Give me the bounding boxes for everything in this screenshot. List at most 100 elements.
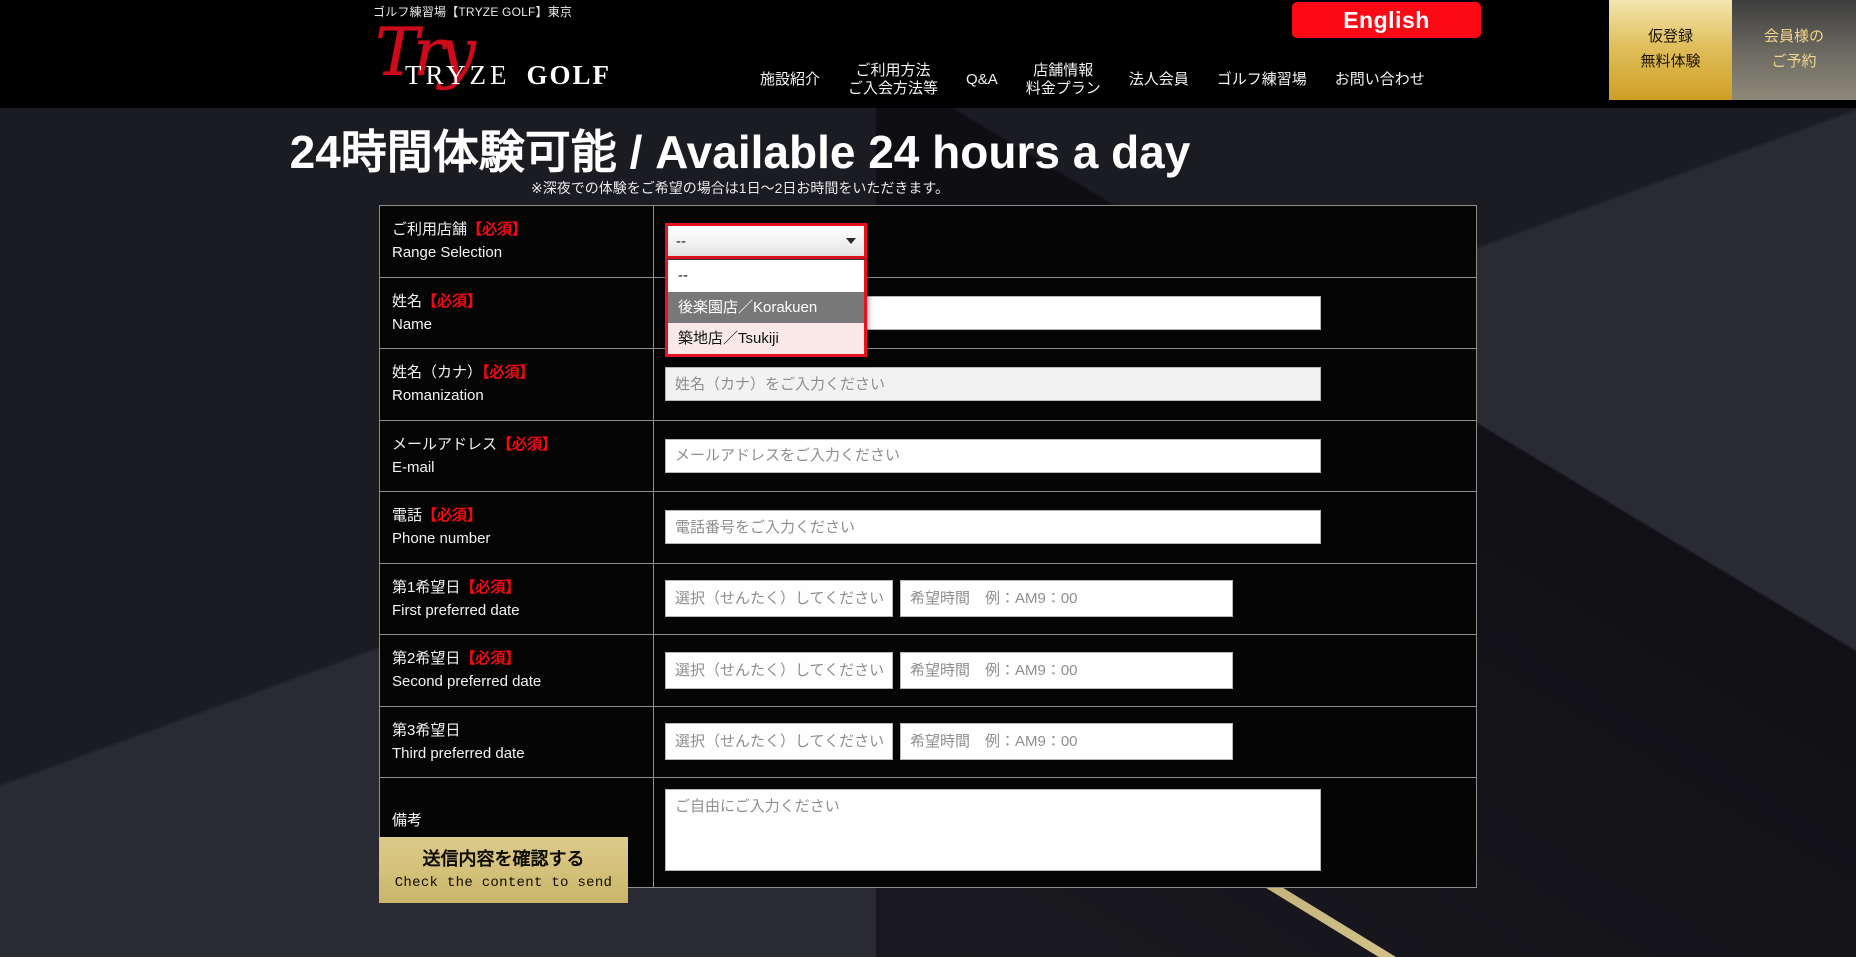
nav-item-line1: お問い合わせ xyxy=(1334,70,1425,88)
reserve-button-line2: ご予約 xyxy=(1771,53,1817,70)
label-ja-text: 姓名（カナ） xyxy=(392,364,483,381)
field-cell-date3 xyxy=(653,706,1477,778)
form-row-phone: 電話【必須】 Phone number xyxy=(379,491,1477,563)
field-cell-date1 xyxy=(653,563,1477,635)
label-ja-date3: 第3希望日 xyxy=(392,719,653,742)
nav-item-line1: ゴルフ練習場 xyxy=(1216,70,1307,88)
form-row-kana: 姓名（カナ）【必須】 Romanization xyxy=(379,348,1477,420)
trial-button-line1: 仮登録 xyxy=(1647,28,1693,46)
required-badge: 【必須】 xyxy=(482,364,535,381)
trial-application-form: ご利用店舗【必須】 Range Selection -- -- 後楽園店／Kor… xyxy=(379,205,1477,888)
label-cell-date2: 第2希望日【必須】 Second preferred date xyxy=(379,634,654,706)
label-en-name: Name xyxy=(392,315,433,333)
required-badge: 【必須】 xyxy=(422,507,483,524)
nav-item-line1: 施設紹介 xyxy=(760,70,821,88)
date1-field-group xyxy=(665,580,1476,618)
remarks-textarea[interactable] xyxy=(665,789,1321,871)
field-cell-remarks xyxy=(653,777,1477,888)
submit-label-en: Check the content to send xyxy=(394,875,613,891)
label-ja-date1: 第1希望日【必須】 xyxy=(392,576,653,599)
label-ja-text: 備考 xyxy=(392,812,423,830)
nav-item-line1: 店舗情報 xyxy=(1033,62,1094,79)
label-cell-date3: 第3希望日 Third preferred date xyxy=(379,706,654,778)
required-badge: 【必須】 xyxy=(460,578,521,596)
english-language-button[interactable]: English xyxy=(1292,2,1481,38)
free-trial-registration-button[interactable]: 仮登録 無料体験 xyxy=(1609,0,1732,100)
nav-item-line2: ご入会方法等 xyxy=(848,79,939,97)
form-row-third-preferred-date: 第3希望日 Third preferred date xyxy=(379,706,1477,778)
label-ja-kana: 姓名（カナ）【必須】 xyxy=(392,361,653,384)
label-ja-text: 姓名 xyxy=(392,292,423,310)
brand-logo[interactable]: Try TRYZE GOLF xyxy=(373,20,653,92)
form-row-first-preferred-date: 第1希望日【必須】 First preferred date xyxy=(379,563,1477,635)
label-ja-text: 第1希望日 xyxy=(392,578,461,596)
label-ja-text: 電話 xyxy=(392,507,423,524)
label-cell-name: 姓名【必須】 Name xyxy=(379,277,654,349)
label-en-kana: Romanization xyxy=(392,387,484,405)
label-cell-date1: 第1希望日【必須】 First preferred date xyxy=(379,563,654,635)
label-ja-email: メールアドレス【必須】 xyxy=(392,433,653,456)
page-title: 24時間体験可能 / Available 24 hours a day xyxy=(289,126,1191,178)
nav-item-corporate[interactable]: 法人会員 xyxy=(1129,71,1189,89)
nav-item-line2: 料金プラン xyxy=(1025,79,1101,97)
field-cell-phone xyxy=(653,491,1477,563)
third-preferred-time-input[interactable] xyxy=(900,723,1233,761)
form-row-range-selection: ご利用店舗【必須】 Range Selection -- -- 後楽園店／Kor… xyxy=(379,205,1477,357)
brand-wordmark-primary: TRYZE xyxy=(405,60,511,90)
label-ja-name: 姓名【必須】 xyxy=(392,290,653,313)
required-badge: 【必須】 xyxy=(467,221,528,238)
label-ja-text: ご利用店舗 xyxy=(392,221,468,238)
nav-item-line1: 法人会員 xyxy=(1128,70,1189,88)
label-cell-email: メールアドレス【必須】 E-mail xyxy=(379,420,654,492)
trial-button-line2: 無料体験 xyxy=(1640,53,1701,70)
range-option-placeholder-item[interactable]: -- xyxy=(668,260,864,292)
nav-item-store-info[interactable]: 店舗情報 料金プラン xyxy=(1026,62,1101,97)
reserve-button-line1: 会員様の xyxy=(1763,28,1824,46)
range-option-tsukiji[interactable]: 築地店／Tsukiji xyxy=(668,322,864,354)
phone-field[interactable] xyxy=(665,510,1321,545)
label-en-range: Range Selection xyxy=(392,244,503,262)
range-option-list: -- 後楽園店／Korakuen 築地店／Tsukiji xyxy=(665,259,867,357)
page-note: ※深夜での体験をご希望の場合は1日〜2日お時間をいただきます。 xyxy=(531,180,949,196)
range-option-korakuen[interactable]: 後楽園店／Korakuen xyxy=(668,291,864,323)
label-ja-text: 第2希望日 xyxy=(392,650,461,667)
label-ja-text: 第3希望日 xyxy=(392,721,461,739)
confirm-submission-button[interactable]: 送信内容を確認する Check the content to send xyxy=(379,837,628,903)
nav-item-line1: Q&A xyxy=(966,70,998,88)
nav-item-usage[interactable]: ご利用方法 ご入会方法等 xyxy=(848,62,938,97)
label-cell-phone: 電話【必須】 Phone number xyxy=(379,491,654,563)
label-en-date2: Second preferred date xyxy=(392,673,542,691)
form-row-second-preferred-date: 第2希望日【必須】 Second preferred date xyxy=(379,634,1477,706)
required-badge: 【必須】 xyxy=(497,435,558,453)
second-preferred-time-input[interactable] xyxy=(900,651,1233,689)
label-en-phone: Phone number xyxy=(392,530,491,548)
range-select[interactable]: -- xyxy=(665,223,867,260)
label-ja-text: メールアドレス xyxy=(392,435,498,453)
site-header: ゴルフ練習場【TRYZE GOLF】東京 Try TRYZE GOLF 施設紹介 … xyxy=(0,0,1856,108)
third-preferred-date-input[interactable] xyxy=(665,723,893,761)
label-en-date3: Third preferred date xyxy=(392,744,525,762)
label-ja-remarks: 備考 xyxy=(392,809,653,832)
member-reservation-button[interactable]: 会員様の ご予約 xyxy=(1732,0,1856,100)
brand-wordmark: TRYZE GOLF xyxy=(405,60,611,91)
nav-item-contact[interactable]: お問い合わせ xyxy=(1335,71,1425,89)
date3-field-group xyxy=(665,723,1476,761)
required-badge: 【必須】 xyxy=(460,650,521,667)
kana-input[interactable] xyxy=(665,367,1321,402)
email-field[interactable] xyxy=(665,438,1321,473)
label-en-email: E-mail xyxy=(392,458,435,476)
label-cell-range: ご利用店舗【必須】 Range Selection xyxy=(379,205,654,277)
field-cell-email xyxy=(653,420,1477,492)
nav-item-driving-range[interactable]: ゴルフ練習場 xyxy=(1217,71,1307,89)
label-ja-date2: 第2希望日【必須】 xyxy=(392,647,653,670)
nav-item-facilities[interactable]: 施設紹介 xyxy=(760,71,820,89)
label-cell-kana: 姓名（カナ）【必須】 Romanization xyxy=(379,348,654,420)
second-preferred-date-input[interactable] xyxy=(665,651,893,689)
form-row-name: 姓名【必須】 Name xyxy=(379,277,1477,349)
first-preferred-date-input[interactable] xyxy=(665,580,893,618)
first-preferred-time-input[interactable] xyxy=(900,580,1233,618)
required-badge: 【必須】 xyxy=(422,292,483,310)
main-navigation: 施設紹介 ご利用方法 ご入会方法等 Q&A 店舗情報 料金プラン 法人会員 ゴル… xyxy=(760,62,1425,97)
field-cell-kana xyxy=(653,348,1477,420)
nav-item-qanda[interactable]: Q&A xyxy=(966,71,998,89)
